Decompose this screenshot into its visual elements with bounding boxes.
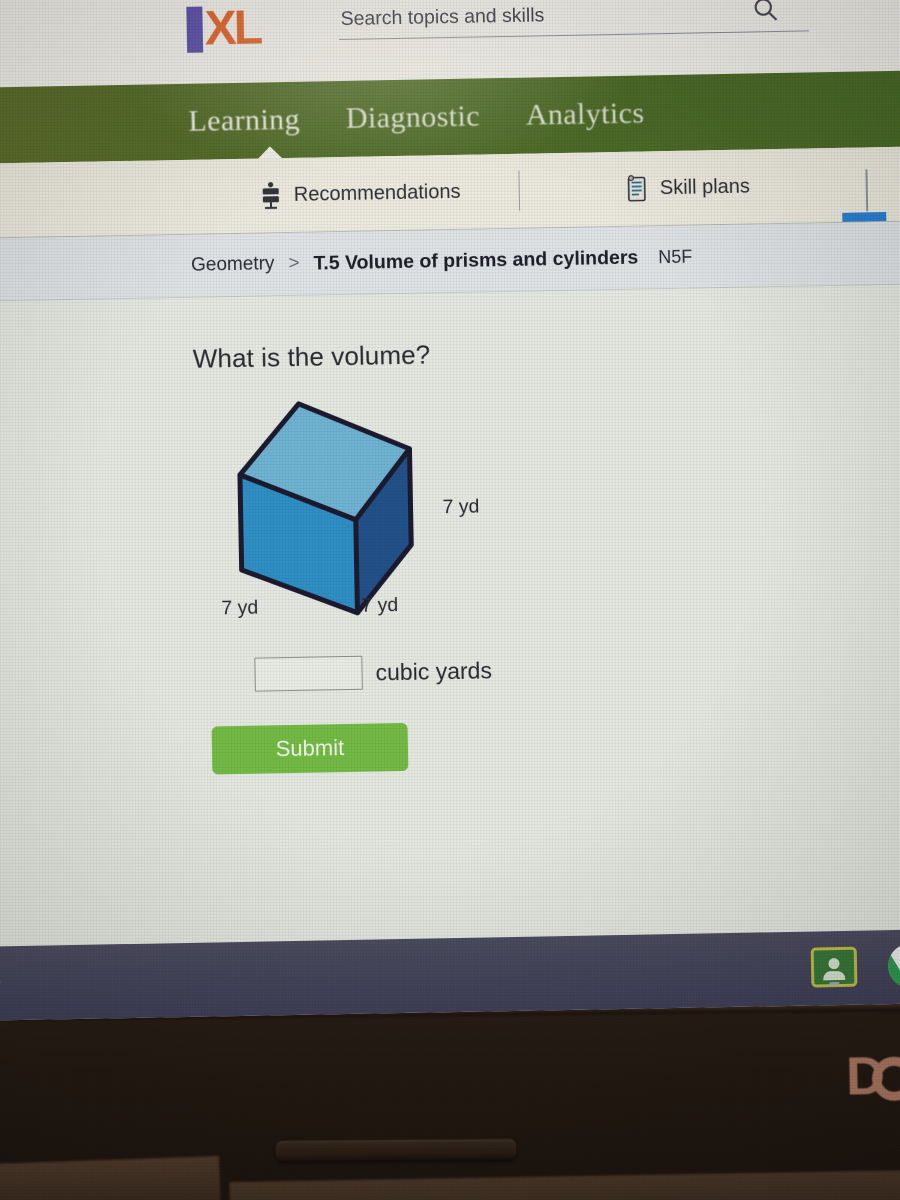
cube-label-left: 7 yd [221, 596, 259, 620]
recommendations-icon [262, 182, 279, 210]
sub-nav-accent-bar [842, 212, 887, 222]
submit-button[interactable]: Submit [211, 722, 409, 775]
breadcrumb-skill-code: N5F [658, 246, 693, 267]
search-input[interactable] [338, 0, 809, 41]
breadcrumb-separator: > [288, 252, 300, 275]
taskbar-active-dot [829, 982, 840, 986]
laptop-screen: XL Learning Diagnostic Analytics [0, 0, 900, 1021]
sub-nav-label-recommendations: Recommendations [293, 180, 461, 206]
cube-label-right: 7 yd [442, 495, 480, 519]
cube-figure: 7 yd 7 yd 7 yd [193, 385, 498, 640]
skill-plans-icon [627, 175, 646, 202]
question-area: What is the volume? 7 yd 7 yd 7 yd cubic… [0, 284, 900, 954]
cube-label-bottom: 7 yd [361, 594, 399, 617]
chrome-glyph [888, 943, 900, 988]
dell-logo-ring [871, 1056, 900, 1102]
ixl-logo[interactable]: XL [186, 1, 261, 56]
answer-row: cubic yards [254, 645, 900, 692]
sub-nav-divider-2 [865, 169, 869, 212]
dell-logo: D [845, 1044, 900, 1107]
question-prompt: What is the volume? [192, 339, 431, 374]
breadcrumb-skill: T.5 Volume of prisms and cylinders [313, 246, 639, 275]
sub-nav-divider-1 [518, 170, 521, 211]
answer-unit-label: cubic yards [375, 656, 493, 685]
ixl-logo-text: XL [204, 1, 261, 56]
ixl-page: XL Learning Diagnostic Analytics [0, 0, 900, 954]
keyboard-key-left [0, 1156, 221, 1200]
sub-nav-item-recommendations[interactable]: Recommendations [258, 178, 461, 210]
laptop-photo: D XL Learning [0, 0, 900, 1200]
spacebar-key [275, 1138, 517, 1162]
sub-nav-item-skill-plans[interactable]: Skill plans [624, 173, 751, 203]
google-classroom-icon[interactable] [810, 943, 859, 992]
ixl-logo-bar [186, 6, 204, 53]
nav-item-diagnostic[interactable]: Diagnostic [346, 99, 481, 135]
search-container [338, 0, 809, 41]
chrome-icon[interactable] [886, 941, 900, 990]
nav-item-analytics[interactable]: Analytics [526, 96, 645, 132]
breadcrumb-subject[interactable]: Geometry [191, 253, 275, 277]
nav-item-learning[interactable]: Learning [188, 103, 300, 139]
answer-input[interactable] [254, 655, 363, 692]
taskbar-icons [810, 941, 900, 991]
sub-nav-label-skill-plans: Skill plans [659, 175, 751, 199]
